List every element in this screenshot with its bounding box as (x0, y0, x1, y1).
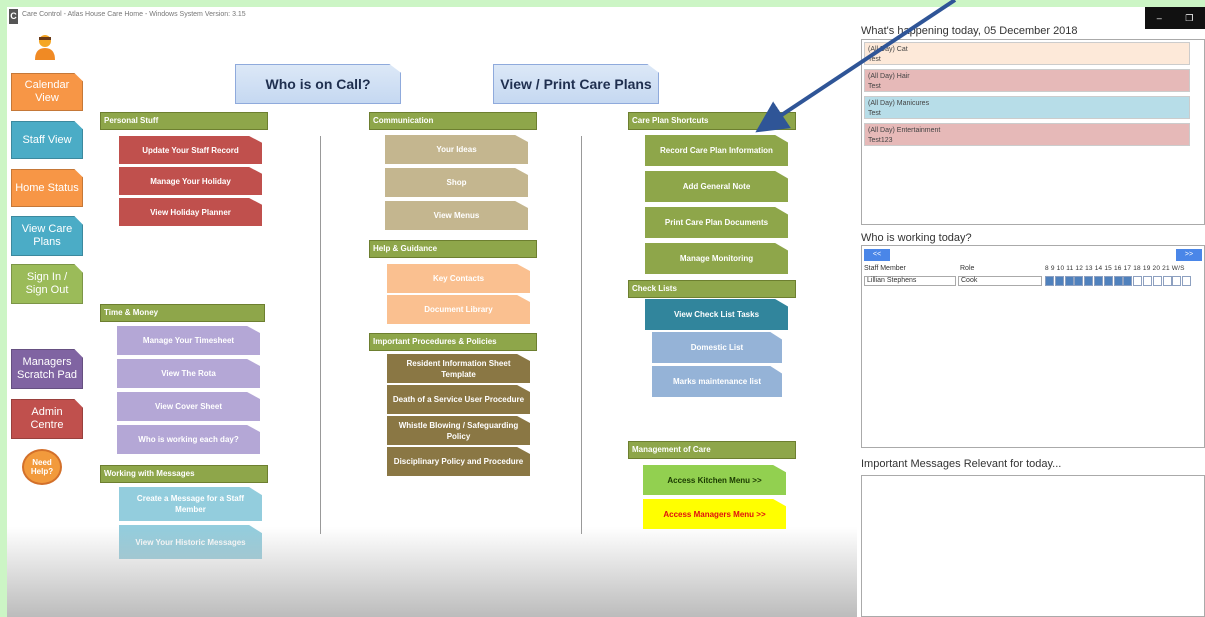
disciplinary-policy-button[interactable]: Disciplinary Policy and Procedure (387, 447, 530, 476)
record-care-plan-info-button[interactable]: Record Care Plan Information (645, 135, 788, 166)
shift-slot (1094, 276, 1103, 286)
create-message-button[interactable]: Create a Message for a Staff Member (119, 487, 262, 521)
shift-slot (1103, 276, 1113, 286)
view-menus-button[interactable]: View Menus (385, 201, 528, 230)
section-communication: Communication (369, 112, 537, 130)
column-divider (581, 136, 582, 534)
shop-button[interactable]: Shop (385, 168, 528, 197)
who-is-working-panel: << >> Staff Member Role 8 9 10 11 12 13 … (861, 245, 1205, 448)
window-controls: – ❐ (1145, 7, 1205, 29)
death-of-service-user-button[interactable]: Death of a Service User Procedure (387, 385, 530, 414)
right-panel: – ❐ What's happening today, 05 December … (857, 7, 1205, 617)
event-item[interactable]: (All Day) Manicures Test (864, 96, 1190, 119)
document-library-button[interactable]: Document Library (387, 295, 530, 324)
your-ideas-button[interactable]: Your Ideas (385, 135, 528, 164)
manage-holiday-button[interactable]: Manage Your Holiday (119, 167, 262, 195)
window-title: Care Control - Atlas House Care Home - W… (22, 11, 246, 18)
update-staff-record-button[interactable]: Update Your Staff Record (119, 136, 262, 164)
shift-slot (1064, 276, 1074, 286)
col-staff-member: Staff Member (864, 265, 906, 272)
shift-slot (1045, 276, 1054, 286)
staff-role-cell: Cook (958, 276, 1042, 286)
event-item[interactable]: (All Day) Hair Test (864, 69, 1190, 92)
col-hours: 8 9 10 11 12 13 14 15 16 17 18 19 20 21 … (1045, 265, 1185, 272)
minimize-icon[interactable]: – (1157, 13, 1162, 23)
resident-info-sheet-button[interactable]: Resident Information Sheet Template (387, 354, 530, 383)
shift-slot (1143, 276, 1152, 286)
shift-slot (1054, 276, 1064, 286)
shift-slot (1074, 276, 1084, 286)
section-procedures-policies: Important Procedures & Policies (369, 333, 537, 351)
event-item[interactable]: (All Day) Cat Test (864, 42, 1190, 65)
who-is-on-call-button[interactable]: Who is on Call? (235, 64, 401, 104)
important-messages-title: Important Messages Relevant for today... (861, 458, 1062, 470)
today-title: What's happening today, 05 December 2018 (861, 25, 1078, 37)
access-kitchen-menu-button[interactable]: Access Kitchen Menu >> (643, 465, 786, 495)
view-cover-sheet-button[interactable]: View Cover Sheet (117, 392, 260, 421)
section-care-plan-shortcuts: Care Plan Shortcuts (628, 112, 796, 130)
who-is-working-each-day-button[interactable]: Who is working each day? (117, 425, 260, 454)
manage-monitoring-button[interactable]: Manage Monitoring (645, 243, 788, 274)
section-help-guidance: Help & Guidance (369, 240, 537, 258)
sidebar: Calendar View Staff View Home Status Vie… (7, 29, 85, 617)
today-events-panel: (All Day) Cat Test (All Day) Hair Test (Al… (861, 39, 1205, 225)
app-window: C Care Control - Atlas House Care Home -… (7, 7, 1205, 617)
main-menu: Who is on Call? View / Print Care Plans … (85, 29, 857, 617)
view-check-list-tasks-button[interactable]: View Check List Tasks (645, 299, 788, 330)
shift-slot (1113, 276, 1123, 286)
view-print-care-plans-button[interactable]: View / Print Care Plans (493, 64, 659, 104)
view-rota-button[interactable]: View The Rota (117, 359, 260, 388)
shift-slot (1133, 276, 1143, 286)
who-is-working-title: Who is working today? (861, 232, 972, 244)
need-help-button[interactable]: Need Help? (22, 449, 62, 485)
next-day-button[interactable]: >> (1176, 249, 1202, 261)
domestic-list-button[interactable]: Domestic List (652, 332, 782, 363)
shift-slot (1123, 276, 1133, 286)
print-care-plan-documents-button[interactable]: Print Care Plan Documents (645, 207, 788, 238)
sidebar-home-status[interactable]: Home Status (11, 169, 83, 207)
manage-timesheet-button[interactable]: Manage Your Timesheet (117, 326, 260, 355)
view-holiday-planner-button[interactable]: View Holiday Planner (119, 198, 262, 226)
key-contacts-button[interactable]: Key Contacts (387, 264, 530, 293)
app-logo-icon: C (9, 9, 18, 24)
section-personal-stuff: Personal Stuff (100, 112, 268, 130)
sidebar-sign-in-out[interactable]: Sign In / Sign Out (11, 264, 83, 304)
shift-slot (1182, 276, 1192, 286)
marks-maintenance-list-button[interactable]: Marks maintenance list (652, 366, 782, 397)
prev-day-button[interactable]: << (864, 249, 890, 261)
column-divider (320, 136, 321, 534)
restore-icon[interactable]: ❐ (1185, 13, 1193, 24)
shift-slot (1172, 276, 1182, 286)
section-time-money: Time & Money (100, 304, 265, 322)
section-check-lists: Check Lists (628, 280, 796, 298)
shift-slot (1152, 276, 1162, 286)
important-messages-panel (861, 475, 1205, 617)
staff-name-cell: Lillian Stephens (864, 276, 956, 286)
sidebar-staff-view[interactable]: Staff View (11, 121, 83, 159)
sidebar-view-care-plans[interactable]: View Care Plans (11, 216, 83, 256)
view-historic-messages-button[interactable]: View Your Historic Messages (119, 525, 262, 559)
user-avatar-icon (35, 35, 55, 60)
shift-slot (1162, 276, 1172, 286)
section-management-of-care: Management of Care (628, 441, 796, 459)
sidebar-calendar-view[interactable]: Calendar View (11, 73, 83, 111)
event-item[interactable]: (All Day) Entertainment Test123 (864, 123, 1190, 146)
col-role: Role (960, 265, 975, 272)
whistle-blowing-button[interactable]: Whistle Blowing / Safeguarding Policy (387, 416, 530, 445)
shift-slot (1084, 276, 1094, 286)
add-general-note-button[interactable]: Add General Note (645, 171, 788, 202)
section-working-with-messages: Working with Messages (100, 465, 268, 483)
access-managers-menu-button[interactable]: Access Managers Menu >> (643, 499, 786, 529)
sidebar-admin-centre[interactable]: Admin Centre (11, 399, 83, 439)
sidebar-managers-scratch-pad[interactable]: Managers Scratch Pad (11, 349, 83, 389)
